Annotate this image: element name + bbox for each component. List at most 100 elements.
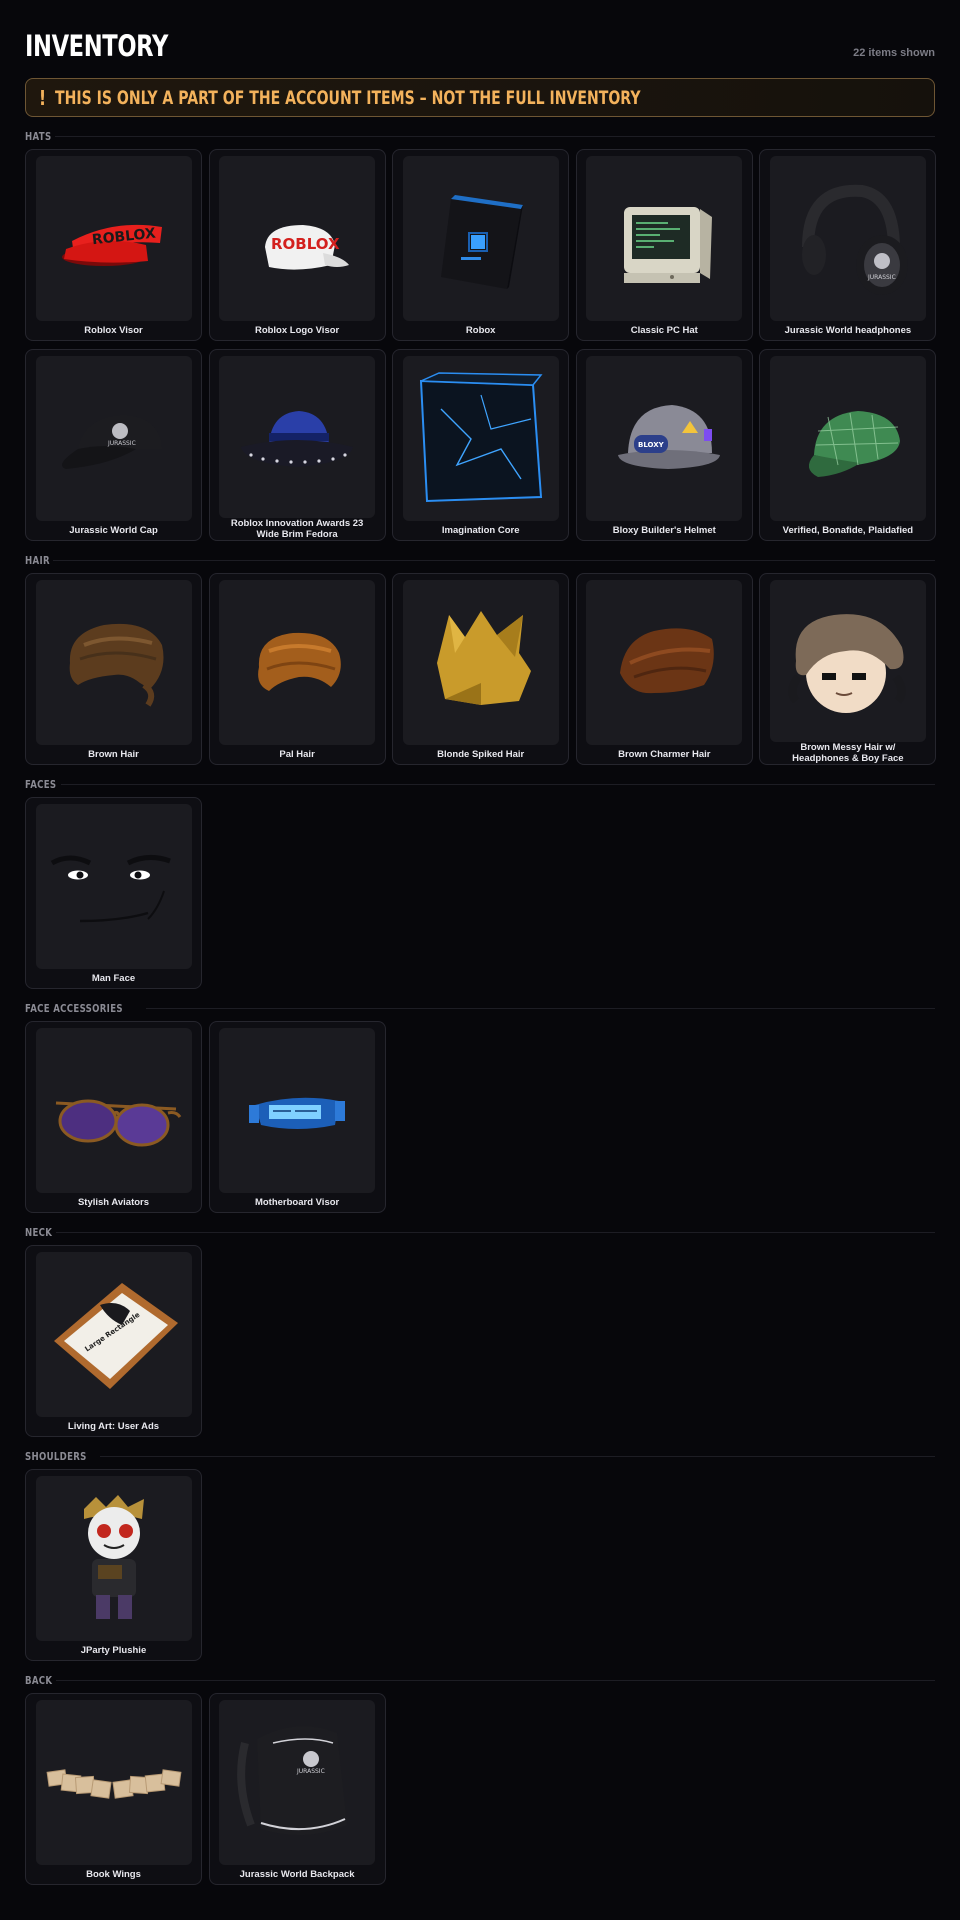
item-grid: Man Face <box>25 797 935 989</box>
item-card[interactable]: JURASSIC Jurassic World headphones <box>759 149 937 341</box>
page-title: INVENTORY <box>25 29 168 63</box>
book-wings-icon <box>35 1700 192 1865</box>
item-name: Jurassic World Cap <box>69 525 158 536</box>
item-name: Book Wings <box>86 1869 141 1880</box>
section-back: BACK Book Wings JURASSIC Jurassic World Bac… <box>25 1667 935 1885</box>
framed-art-icon: Large Rectangle <box>35 1252 192 1417</box>
item-card[interactable]: Verified, Bonafide, Plaidafied <box>759 349 937 541</box>
item-name: Jurassic World Backpack <box>239 1869 355 1880</box>
glowing-cube-icon <box>402 356 559 521</box>
plaid-cap-icon <box>769 356 926 521</box>
section-divider <box>146 1007 935 1009</box>
headphones-icon: JURASSIC <box>769 156 926 321</box>
section-divider <box>55 1231 935 1233</box>
item-name: Roblox Visor <box>84 325 143 336</box>
section-hats: HATS ROBLOX Roblox Visor ROBLOX Roblox Logo … <box>25 123 937 541</box>
item-name: Roblox Logo Visor <box>254 325 340 336</box>
item-name: Blonde Spiked Hair <box>437 749 525 760</box>
item-card[interactable]: Brown Hair <box>25 573 202 765</box>
section-label: HAIR <box>25 553 50 567</box>
warning-icon: ! <box>38 85 47 110</box>
item-name: Imagination Core <box>441 525 520 536</box>
item-grid: ROBLOX Roblox Visor ROBLOX Roblox Logo Viso… <box>25 149 937 541</box>
item-card[interactable]: ROBLOX Roblox Logo Visor <box>208 149 386 341</box>
section-divider <box>61 783 935 785</box>
item-name: Bloxy Builder's Helmet <box>612 525 716 536</box>
section-header: NECK <box>25 1219 935 1245</box>
item-name: Pal Hair <box>279 749 315 760</box>
item-card[interactable]: Imagination Core <box>392 349 570 541</box>
inventory-page: INVENTORY 22 items shown ! THIS IS ONLY … <box>0 0 960 1920</box>
section-header: FACES <box>25 771 935 797</box>
item-name: Stylish Aviators <box>77 1197 150 1208</box>
item-card[interactable]: Classic PC Hat <box>575 149 753 341</box>
item-name: Roblox Innovation Awards 23 Wide Brim Fe… <box>230 518 364 540</box>
item-card[interactable]: Book Wings <box>25 1693 202 1885</box>
item-name: JParty Plushie <box>80 1645 147 1656</box>
section-divider <box>52 559 935 561</box>
item-name: Brown Messy Hair w/ Headphones & Boy Fac… <box>792 742 904 764</box>
red-visor-icon: ROBLOX <box>35 156 192 321</box>
plushie-figure-icon <box>35 1476 192 1641</box>
section-header: FACE ACCESSORIES <box>25 995 935 1021</box>
item-card[interactable]: Brown Charmer Hair <box>575 573 753 765</box>
motherboard-visor-icon <box>219 1028 376 1193</box>
item-name: Man Face <box>91 973 136 984</box>
item-name: Verified, Bonafide, Plaidafied <box>782 525 914 536</box>
black-box-icon <box>402 156 559 321</box>
section-neck: NECK Large Rectangle Living Art: User Ads <box>25 1219 935 1437</box>
man-face-icon <box>35 804 192 969</box>
item-card[interactable]: Pal Hair <box>208 573 386 765</box>
item-name: Motherboard Visor <box>254 1197 340 1208</box>
item-card[interactable]: Brown Messy Hair w/ Headphones & Boy Fac… <box>759 573 937 765</box>
item-card[interactable]: JParty Plushie <box>25 1469 202 1661</box>
item-card[interactable]: Blonde Spiked Hair <box>392 573 570 765</box>
item-card[interactable]: Man Face <box>25 797 202 989</box>
warning-text: THIS IS ONLY A PART OF THE ACCOUNT ITEMS… <box>55 86 641 109</box>
item-card[interactable]: JURASSIC Jurassic World Backpack <box>208 1693 386 1885</box>
section-label: SHOULDERS <box>25 1449 87 1463</box>
item-grid: Stylish Aviators Motherboard Visor <box>25 1021 935 1213</box>
section-header: HATS <box>25 123 935 149</box>
blue-fedora-icon <box>219 356 376 518</box>
svg-text:JURASSIC: JURASSIC <box>296 1768 325 1775</box>
item-card[interactable]: Motherboard Visor <box>208 1021 386 1213</box>
item-name: Robox <box>465 325 496 336</box>
item-card[interactable]: Large Rectangle Living Art: User Ads <box>25 1245 202 1437</box>
svg-text:ROBLOX: ROBLOX <box>91 225 156 248</box>
item-card[interactable]: Robox <box>392 149 570 341</box>
item-card[interactable]: BLOXY Bloxy Builder's Helmet <box>575 349 753 541</box>
hard-hat-icon: BLOXY <box>586 356 743 521</box>
section-label: BACK <box>25 1673 53 1687</box>
section-header: BACK <box>25 1667 935 1693</box>
section-label: NECK <box>25 1225 53 1239</box>
item-grid: Brown Hair Pal Hair Blonde Spiked Hair Brow… <box>25 573 937 765</box>
charmer-hair-icon <box>586 580 743 745</box>
section-header: HAIR <box>25 547 935 573</box>
item-grid: JParty Plushie <box>25 1469 935 1661</box>
svg-text:JURASSIC: JURASSIC <box>107 440 136 447</box>
item-name: Living Art: User Ads <box>67 1421 160 1432</box>
svg-text:JURASSIC: JURASSIC <box>867 274 896 281</box>
section-label: FACE ACCESSORIES <box>25 1001 123 1015</box>
section-shoulders: SHOULDERS JParty Plushie <box>25 1443 935 1661</box>
item-name: Classic PC Hat <box>630 325 698 336</box>
section-divider <box>100 1455 935 1457</box>
item-card[interactable]: JURASSIC Jurassic World Cap <box>25 349 202 541</box>
svg-text:BLOXY: BLOXY <box>638 441 665 449</box>
section-label: FACES <box>25 777 57 791</box>
item-name: Brown Charmer Hair <box>618 749 711 760</box>
svg-text:ROBLOX: ROBLOX <box>271 235 340 253</box>
computer-monitor-icon <box>586 156 743 321</box>
section-label: HATS <box>25 129 52 143</box>
brown-hair-icon <box>35 580 192 745</box>
item-card[interactable]: Roblox Innovation Awards 23 Wide Brim Fe… <box>208 349 386 541</box>
section-divider <box>54 135 935 137</box>
item-card[interactable]: Stylish Aviators <box>25 1021 202 1213</box>
orange-hair-icon <box>219 580 376 745</box>
section-header: SHOULDERS <box>25 1443 935 1469</box>
section-hair: HAIR Brown Hair Pal Hair Blonde Spiked Hair… <box>25 547 937 765</box>
item-card[interactable]: ROBLOX Roblox Visor <box>25 149 202 341</box>
item-grid: Large Rectangle Living Art: User Ads <box>25 1245 935 1437</box>
aviator-glasses-icon <box>35 1028 192 1193</box>
